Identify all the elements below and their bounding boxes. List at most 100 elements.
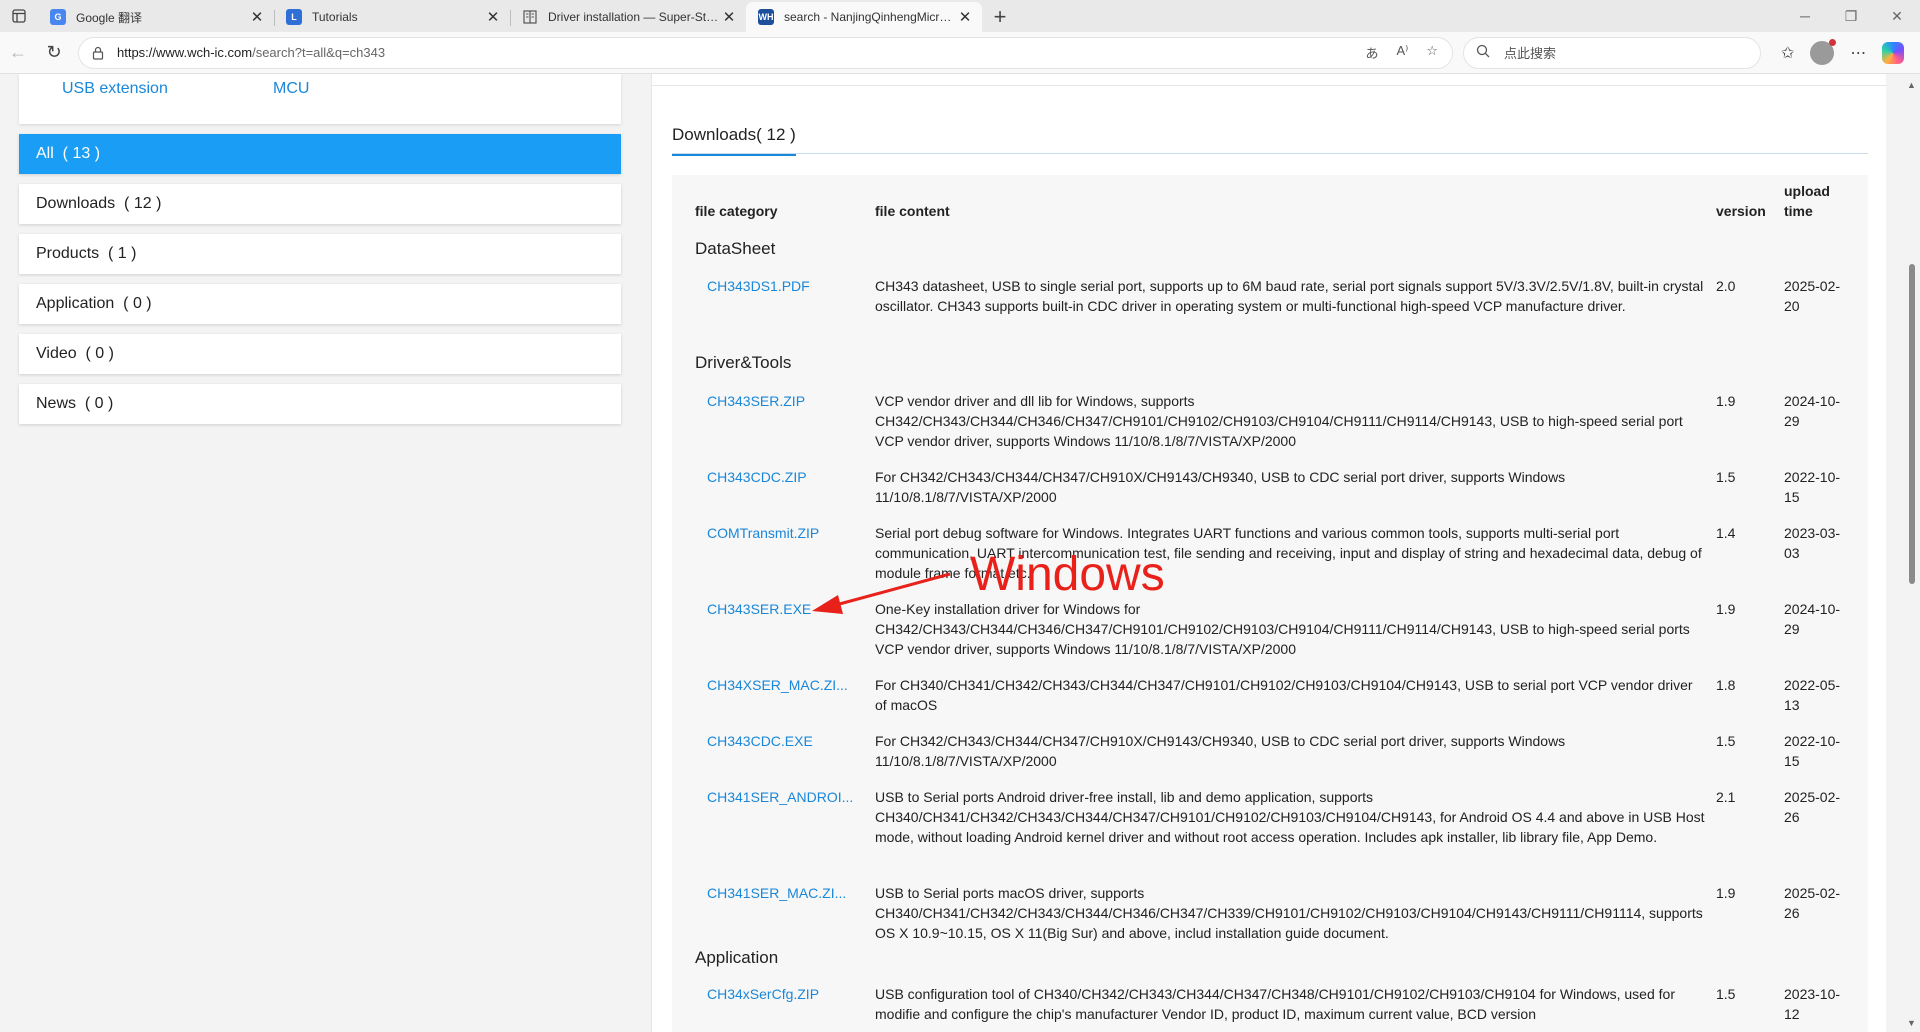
close-tab-icon[interactable]: ✕: [956, 8, 974, 26]
close-tab-icon[interactable]: ✕: [484, 8, 502, 26]
file-link[interactable]: CH341SER_ANDROI...: [707, 787, 857, 807]
upload-date: 2024-10-29: [1784, 393, 1841, 429]
filter-video[interactable]: Video ( 0 ): [19, 334, 621, 374]
file-link[interactable]: CH341SER_MAC.ZI...: [707, 883, 857, 903]
tab-tutorials[interactable]: L Tutorials ✕: [274, 2, 510, 32]
file-link[interactable]: COMTransmit.ZIP: [707, 523, 857, 543]
section-heading-driver-tools: Driver&Tools: [695, 353, 792, 372]
scrollbar-thumb[interactable]: [1909, 264, 1915, 584]
tab-actions-button[interactable]: [0, 0, 38, 32]
file-link[interactable]: CH343CDC.ZIP: [707, 467, 857, 487]
search-results-panel: Downloads( 12 ) file category file conte…: [651, 74, 1887, 1032]
scroll-up-icon[interactable]: ▲: [1907, 80, 1916, 90]
file-version: 1.5: [1716, 733, 1736, 749]
favorites-icon[interactable]: ✩: [1781, 43, 1794, 63]
file-version: 1.5: [1716, 986, 1736, 1002]
category-links-card: USB extension MCU: [19, 74, 621, 124]
filter-label: All: [36, 145, 54, 162]
close-window-button[interactable]: ✕: [1874, 0, 1920, 32]
file-version: 2.1: [1716, 789, 1736, 805]
new-tab-button[interactable]: +: [982, 2, 1018, 32]
filter-news[interactable]: News ( 0 ): [19, 384, 621, 424]
tab-title: Google 翻译: [76, 10, 143, 25]
file-link[interactable]: CH34xSerCfg.ZIP: [707, 984, 857, 1004]
upload-date: 2022-05-13: [1784, 677, 1841, 713]
more-menu-icon[interactable]: ⋯: [1850, 43, 1866, 63]
close-tab-icon[interactable]: ✕: [248, 8, 266, 26]
column-header-file-content: file content: [875, 203, 950, 219]
profile-avatar[interactable]: [1810, 38, 1837, 65]
read-aloud-icon[interactable]: A⁾: [1396, 43, 1408, 62]
file-description: For CH342/CH343/CH344/CH347/CH910X/CH914…: [875, 469, 1566, 505]
filter-application[interactable]: Application ( 0 ): [19, 284, 621, 324]
link-mcu[interactable]: MCU: [273, 80, 309, 98]
window-controls: ─ ❐ ✕: [1782, 0, 1920, 32]
tab-search-wch[interactable]: WH search - NanjingQinhengMicroele ✕: [746, 2, 982, 32]
scroll-down-icon[interactable]: ▼: [1907, 1018, 1916, 1028]
downloads-tab-heading[interactable]: Downloads( 12 ): [672, 125, 796, 156]
back-button[interactable]: ←: [0, 37, 36, 69]
search-icon: [1476, 44, 1490, 61]
file-link[interactable]: CH343SER.EXE: [707, 599, 857, 619]
tab-driver-installation[interactable]: Driver installation — Super-Starte ✕: [510, 2, 746, 32]
translate-icon[interactable]: あ: [1365, 43, 1378, 62]
file-link[interactable]: CH343DS1.PDF: [707, 276, 857, 296]
file-description: For CH340/CH341/CH342/CH343/CH344/CH347/…: [875, 677, 1693, 713]
filter-label: Products: [36, 245, 100, 262]
lock-icon: [91, 45, 107, 61]
close-tab-icon[interactable]: ✕: [720, 8, 738, 26]
file-description: VCP vendor driver and dll lib for Window…: [875, 393, 1683, 449]
upload-date: 2025-02-26: [1784, 885, 1841, 921]
upload-date: 2022-10-15: [1784, 733, 1841, 769]
divider: [672, 153, 1868, 154]
url-bar-actions: あ A⁾ ☆: [1365, 43, 1438, 62]
file-version: 1.9: [1716, 885, 1736, 901]
file-description: One-Key installation driver for Windows …: [875, 601, 1690, 657]
browser-search-box[interactable]: 点此搜索: [1463, 36, 1761, 69]
file-version: 1.8: [1716, 677, 1736, 693]
filter-count: ( 0 ): [123, 295, 152, 312]
favorite-star-icon[interactable]: ☆: [1426, 43, 1438, 62]
wch-icon: WH: [758, 9, 774, 25]
page-viewport: USB extension MCU All ( 13 ) Downloads (…: [0, 74, 1904, 1032]
column-header-file-category: file category: [695, 203, 778, 219]
filter-downloads[interactable]: Downloads ( 12 ): [19, 184, 621, 224]
section-heading-application: Application: [695, 948, 779, 967]
filter-count: ( 0 ): [85, 345, 114, 362]
upload-date: 2025-02-26: [1784, 789, 1841, 825]
file-link[interactable]: CH34XSER_MAC.ZI...: [707, 675, 857, 695]
divider: [652, 85, 1887, 86]
downloads-table: file category file content version uploa…: [672, 175, 1868, 1032]
upload-date: 2025-02-20: [1784, 278, 1841, 314]
column-header-upload-time: upload time: [1784, 181, 1830, 221]
link-usb-extension[interactable]: USB extension: [62, 80, 168, 98]
refresh-button[interactable]: ↻: [36, 37, 72, 69]
filter-count: ( 13 ): [62, 145, 101, 162]
restore-button[interactable]: ❐: [1828, 0, 1874, 32]
upload-date: 2023-03-03: [1784, 525, 1841, 561]
tab-google-translate[interactable]: G Google 翻译 ✕: [38, 2, 274, 32]
address-bar[interactable]: https://www.wch-ic.com/search?t=all&q=ch…: [78, 36, 1453, 69]
copilot-icon[interactable]: [1882, 41, 1905, 64]
upload-date: 2024-10-29: [1784, 601, 1841, 637]
url-text[interactable]: https://www.wch-ic.com/search?t=all&q=ch…: [117, 45, 1365, 60]
file-description: USB to Serial ports Android driver-free …: [875, 789, 1705, 845]
annotation-label: Windows: [970, 548, 1165, 601]
plus-icon: +: [993, 4, 1007, 29]
tab-title: Driver installation — Super-Starte: [548, 10, 720, 24]
reader-icon: [522, 9, 538, 25]
file-link[interactable]: CH343CDC.EXE: [707, 731, 857, 751]
page-scrollbar[interactable]: ▲ ▼: [1904, 74, 1920, 1032]
filter-products[interactable]: Products ( 1 ): [19, 234, 621, 274]
file-link[interactable]: CH343SER.ZIP: [707, 391, 857, 411]
filter-count: ( 0 ): [84, 395, 114, 412]
upload-date: 2023-10-12: [1784, 986, 1841, 1022]
tab-actions-icon: [12, 9, 26, 23]
filter-all[interactable]: All ( 13 ): [19, 134, 621, 174]
minimize-button[interactable]: ─: [1782, 0, 1828, 32]
filter-label: News: [36, 395, 77, 412]
filter-count: ( 12 ): [124, 195, 162, 212]
file-version: 1.9: [1716, 393, 1736, 409]
section-heading-datasheet: DataSheet: [695, 239, 776, 258]
back-arrow-icon: ←: [9, 42, 27, 62]
